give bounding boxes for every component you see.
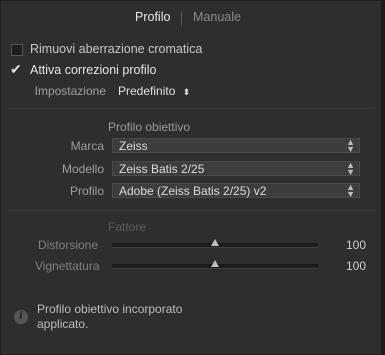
distortion-slider-thumb[interactable] — [211, 239, 219, 246]
tab-bar: Profilo Manuale — [0, 10, 385, 30]
vignetting-slider-thumb[interactable] — [211, 260, 219, 267]
updown-arrows-icon: ▲ ▼ — [346, 182, 355, 199]
checkmark-icon[interactable]: ✔ — [10, 62, 22, 76]
model-value: Zeiss Batis 2/25 — [119, 162, 205, 176]
enable-profile-label[interactable]: Attiva correzioni profilo — [30, 63, 156, 77]
updown-arrows-icon: ▲ ▼ — [346, 160, 355, 177]
distortion-label: Distorsione — [38, 238, 99, 252]
info-message: Profilo obiettivo incorporato applicato. — [37, 302, 183, 331]
lens-profile-title: Profilo obiettivo — [108, 120, 191, 134]
divider — [8, 210, 375, 211]
vignetting-label: Vignettatura — [35, 259, 100, 273]
tab-manual[interactable]: Manuale — [193, 10, 241, 24]
setup-dropdown[interactable]: Predefinito ⬍ — [118, 84, 190, 98]
tab-profile[interactable]: Profilo — [135, 10, 170, 24]
model-label: Modello — [61, 162, 104, 176]
make-dropdown[interactable]: Zeiss ▲ ▼ — [112, 137, 360, 154]
distortion-value[interactable]: 100 — [346, 238, 366, 252]
updown-arrows-icon: ⬍ — [182, 87, 191, 97]
panel-edge — [381, 0, 385, 355]
make-value: Zeiss — [119, 139, 148, 153]
remove-ca-checkbox[interactable] — [11, 44, 23, 56]
tab-separator — [181, 12, 182, 26]
remove-ca-label[interactable]: Rimuovi aberrazione cromatica — [30, 42, 202, 56]
profile-dropdown[interactable]: Adobe (Zeiss Batis 2/25) v2 ▲ ▼ — [112, 182, 360, 199]
setup-label: Impostazione — [34, 84, 106, 98]
make-label: Marca — [70, 139, 104, 153]
profile-value: Adobe (Zeiss Batis 2/25) v2 — [119, 184, 267, 198]
amount-title: Fattore — [108, 220, 147, 234]
setup-value: Predefinito — [118, 84, 176, 98]
updown-arrows-icon: ▲ ▼ — [346, 137, 355, 154]
profile-label: Profilo — [69, 184, 104, 198]
model-dropdown[interactable]: Zeiss Batis 2/25 ▲ ▼ — [112, 160, 360, 177]
vignetting-value[interactable]: 100 — [346, 259, 366, 273]
info-icon: i — [14, 310, 28, 324]
divider — [8, 108, 375, 109]
